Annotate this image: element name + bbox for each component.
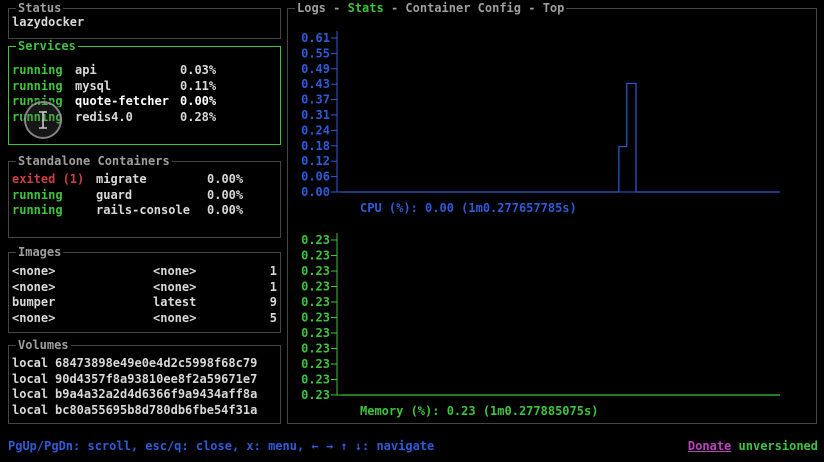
mouse-cursor (24, 101, 62, 139)
volume-driver: local (12, 356, 48, 372)
container-cpu-percent: 0.00% (207, 172, 243, 188)
image-tag: <none> (153, 311, 196, 327)
image-repository: <none> (12, 264, 55, 280)
tab-separator: - (384, 1, 406, 15)
tab-container-config[interactable]: Container Config (405, 1, 521, 15)
volume-driver: local (12, 372, 48, 388)
tab-separator: - (521, 1, 543, 15)
status-panel-title: Status (16, 1, 63, 16)
container-status: exited (1) (12, 172, 84, 188)
service-status: running (12, 63, 63, 79)
volumes-panel: Volumes local68473898e49e0e4d2c5998f68c7… (8, 345, 281, 424)
volume-driver: local (12, 403, 48, 419)
image-row[interactable]: <none> <none> 1 (9, 264, 280, 280)
keybindings-help: PgUp/PgDn: scroll, esc/q: close, x: menu… (8, 438, 434, 454)
image-repository: <none> (12, 280, 55, 296)
container-row[interactable]: running rails-console 0.00% (9, 203, 280, 219)
service-status: running (12, 79, 63, 95)
images-panel-title: Images (16, 245, 63, 260)
image-tag: latest (153, 295, 196, 311)
image-count: 1 (270, 264, 277, 280)
image-tag: <none> (153, 264, 196, 280)
volume-row[interactable]: local b9a4a32a2d4d6366f9a9434aff8a (9, 387, 280, 403)
service-name: mysql (75, 79, 111, 95)
volume-name: 90d4357f8a93810ee8f2a59671e7 (55, 372, 257, 388)
service-cpu-percent: 0.03% (180, 63, 216, 79)
image-count: 5 (270, 311, 277, 327)
image-repository: <none> (12, 311, 55, 327)
tab-stats[interactable]: Stats (348, 1, 384, 15)
app-name-label: lazydocker (12, 15, 84, 31)
service-cpu-percent: 0.11% (180, 79, 216, 95)
containers-panel: Standalone Containers exited (1)migrate0… (8, 161, 281, 238)
main-panel: Logs - Stats - Container Config - Top (287, 8, 817, 424)
volume-driver: local (12, 387, 48, 403)
status-bar: PgUp/PgDn: scroll, esc/q: close, x: menu… (0, 438, 824, 454)
volume-name: b9a4a32a2d4d6366f9a9434aff8a (55, 387, 257, 403)
image-tag: <none> (153, 280, 196, 296)
image-repository: bumper (12, 295, 55, 311)
volumes-list: local 68473898e49e0e4d2c5998f68c79 local 90… (9, 356, 280, 418)
service-name: redis4.0 (75, 110, 133, 126)
service-row[interactable]: running mysql 0.11% (9, 79, 280, 95)
ibeam-cursor-icon (37, 111, 49, 129)
volume-name: bc80a55695b8d780db6fbe54f31a (55, 403, 257, 419)
image-count: 9 (270, 295, 277, 311)
container-cpu-percent: 0.00% (207, 203, 243, 219)
volume-name: 68473898e49e0e4d2c5998f68c79 (55, 356, 257, 372)
services-panel-title: Services (16, 39, 78, 54)
service-row[interactable]: running api 0.03% (9, 63, 280, 79)
tab-separator: - (326, 1, 348, 15)
container-name: guard (96, 188, 132, 204)
main-panel-tabs: Logs - Stats - Container Config - Top (295, 1, 566, 15)
container-row[interactable]: running guard 0.00% (9, 188, 280, 204)
container-name: migrate (96, 172, 147, 188)
service-name: api (75, 63, 97, 79)
container-row[interactable]: exited (1) migrate 0.00% (9, 172, 280, 188)
tab-logs[interactable]: Logs (297, 1, 326, 15)
version-label: unversioned (739, 439, 818, 453)
image-row[interactable]: <none> <none> 5 (9, 311, 280, 327)
volume-row[interactable]: local 68473898e49e0e4d2c5998f68c79 (9, 356, 280, 372)
tab-top[interactable]: Top (543, 1, 565, 15)
image-row[interactable]: bumper latest 9 (9, 295, 280, 311)
image-count: 1 (270, 280, 277, 296)
image-row[interactable]: <none> <none> 1 (9, 280, 280, 296)
container-status: running (12, 188, 63, 204)
volume-row[interactable]: local bc80a55695b8d780db6fbe54f31a (9, 403, 280, 419)
volume-row[interactable]: local 90d4357f8a93810ee8f2a59671e7 (9, 372, 280, 388)
containers-panel-title: Standalone Containers (16, 154, 172, 169)
images-list: <none><none>1<none><none>1bumperlatest9<… (9, 264, 280, 326)
lazydocker-app: Status lazydocker Services running api 0.0… (0, 0, 824, 462)
statusbar-right: Donate unversioned (688, 438, 818, 454)
container-status: running (12, 203, 63, 219)
container-name: rails-console (96, 203, 190, 219)
volumes-panel-title: Volumes (16, 338, 71, 353)
containers-list: exited (1)migrate0.00%runningguard0.00%r… (9, 172, 280, 219)
service-name: quote-fetcher (75, 94, 169, 110)
images-panel: Images <none><none>1<none><none>1bumperl… (8, 252, 281, 333)
service-cpu-percent: 0.00% (180, 94, 216, 110)
donate-link[interactable]: Donate (688, 439, 731, 453)
service-cpu-percent: 0.28% (180, 110, 216, 126)
container-cpu-percent: 0.00% (207, 188, 243, 204)
status-panel: Status lazydocker (8, 8, 281, 39)
